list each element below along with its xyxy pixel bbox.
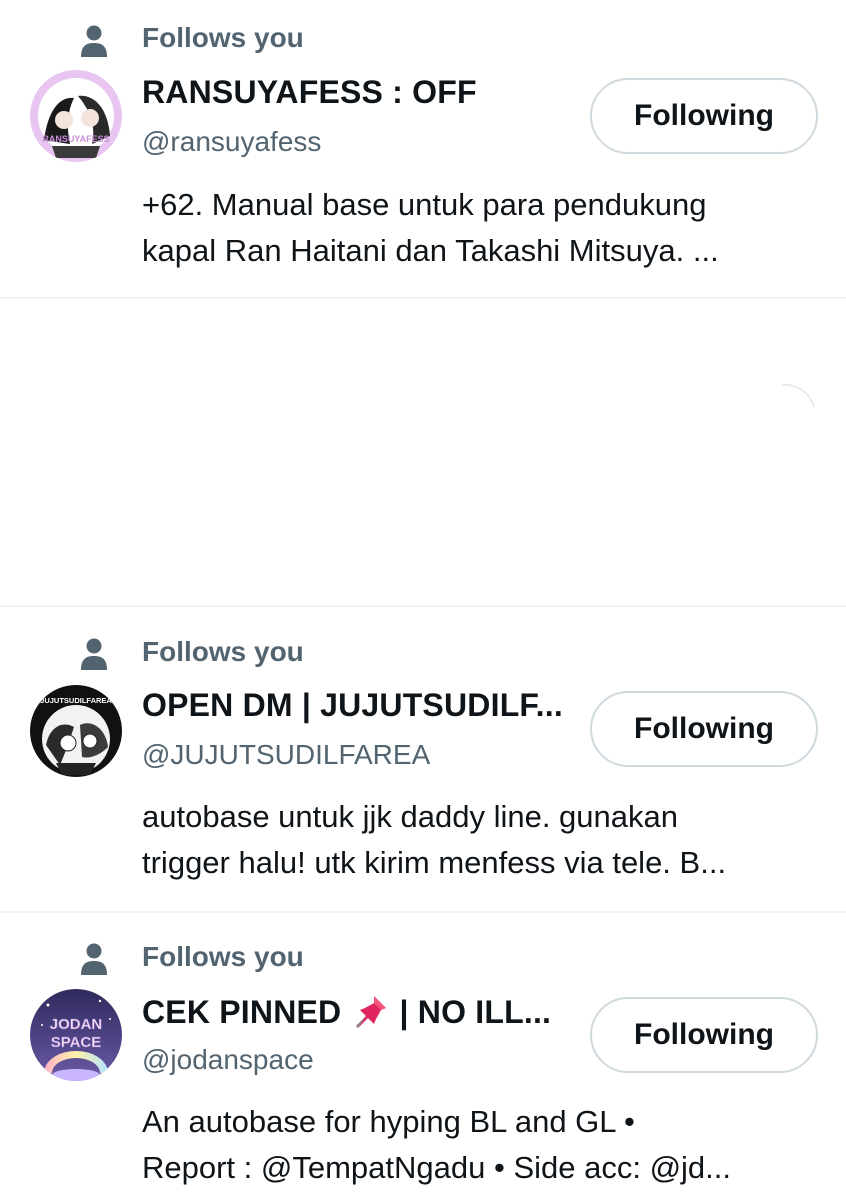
display-name-text: CEK PINNED (142, 994, 342, 1030)
handle[interactable]: @ransuyafess (142, 126, 321, 158)
follows-you-label: Follows you (142, 941, 304, 972)
pushpin-icon (356, 996, 387, 1028)
bio-line: Report : @TempatNgadu • Side acc: @jd... (142, 1150, 731, 1185)
svg-text:JUJUTSUDILFAREA: JUJUTSUDILFAREA (40, 696, 112, 705)
display-name[interactable]: RANSUYAFESS : OFF (142, 74, 477, 111)
avatar[interactable]: RANSUYAFESS (30, 70, 122, 162)
svg-text:RANSUYAFESS: RANSUYAFESS (42, 134, 109, 144)
following-button[interactable]: Following (590, 691, 818, 767)
bio-line: +62. Manual base untuk para pendukung (142, 187, 707, 222)
bio-line: trigger halu! utk kirim menfess via tele… (142, 845, 727, 880)
following-button[interactable]: Following (590, 78, 818, 154)
bio: autobase untuk jjk daddy line. gunakan t… (142, 794, 822, 886)
display-name[interactable]: OPEN DM | JUJUTSUDILF... (142, 687, 563, 724)
bio: +62. Manual base untuk para pendukung ka… (142, 182, 822, 274)
svg-text:JODAN: JODAN (50, 1016, 103, 1033)
account-card[interactable]: Follows you JODAN SPACE CEK PINNED | NO … (0, 913, 846, 1200)
bio-line: kapal Ran Haitani dan Takashi Mitsuya. .… (142, 233, 719, 268)
avatar[interactable]: JODAN SPACE (30, 989, 122, 1081)
account-card[interactable]: Follows you RANSUYAFESS RANSUYAFESS : OF… (0, 0, 846, 298)
handle[interactable]: @JUJUTSUDILFAREA (142, 739, 430, 771)
svg-text:SPACE: SPACE (51, 1034, 102, 1051)
follows-you-label: Follows you (142, 22, 304, 53)
handle[interactable]: @jodanspace (142, 1044, 314, 1076)
bio-line: An autobase for hyping BL and GL • (142, 1104, 635, 1139)
empty-feed-area (0, 299, 846, 605)
bio: An autobase for hyping BL and GL • Repor… (142, 1099, 822, 1191)
following-button[interactable]: Following (590, 997, 818, 1073)
account-card[interactable]: Follows you JUJUTSUDILFAREA OPEN DM | JU… (0, 607, 846, 911)
bio-line: autobase untuk jjk daddy line. gunakan (142, 799, 679, 834)
person-icon (81, 943, 107, 975)
display-name[interactable]: CEK PINNED | NO ILL... (142, 993, 551, 1031)
person-icon (81, 25, 107, 57)
follows-you-label: Follows you (142, 636, 304, 667)
loading-spinner-icon (781, 383, 815, 408)
person-icon (81, 638, 107, 670)
display-name-text: | NO ILL... (399, 994, 552, 1030)
avatar[interactable]: JUJUTSUDILFAREA (30, 685, 122, 777)
